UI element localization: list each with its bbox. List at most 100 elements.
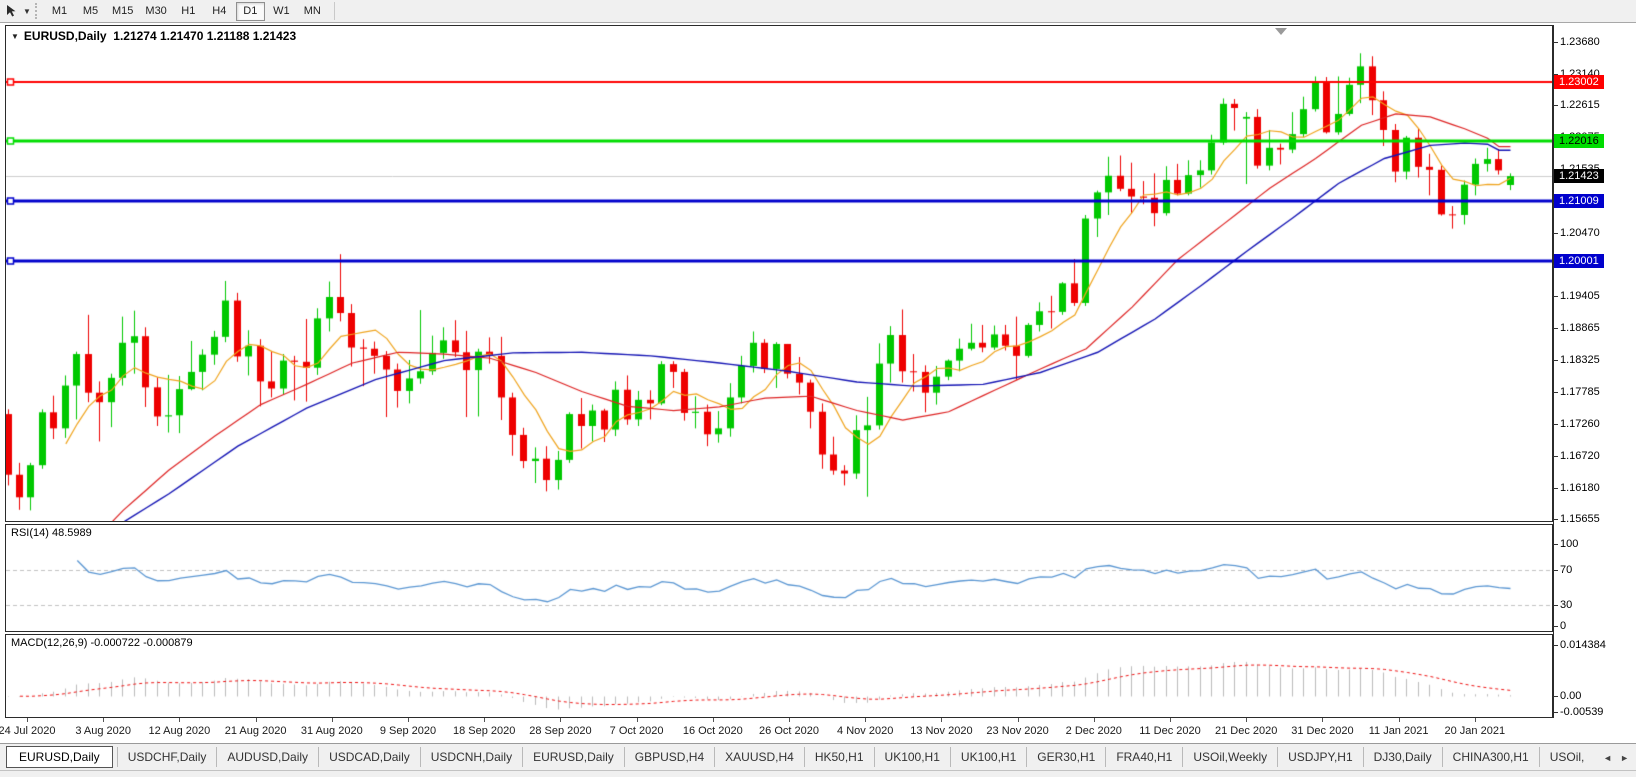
- scale-tick-label: 1.20470: [1560, 227, 1600, 239]
- date-tick-label: 16 Oct 2020: [683, 725, 743, 737]
- price-chart-canvas[interactable]: [6, 26, 1552, 521]
- macd-label: MACD(12,26,9): [11, 637, 87, 649]
- date-tick-mark: [1322, 718, 1323, 722]
- rsi-indicator-pane: RSI(14) 48.5989: [5, 524, 1553, 632]
- date-tick-label: 12 Aug 2020: [148, 725, 210, 737]
- chart-tab[interactable]: XAUUSD,H4: [714, 747, 804, 767]
- chart-tab[interactable]: FRA40,H1: [1105, 747, 1182, 767]
- date-tick-label: 4 Nov 2020: [837, 725, 893, 737]
- chart-tab[interactable]: UK100,H1: [950, 747, 1026, 767]
- date-tick-mark: [408, 718, 409, 722]
- date-tick-label: 7 Oct 2020: [610, 725, 664, 737]
- date-tick-mark: [1170, 718, 1171, 722]
- scale-tick-label: 1.17260: [1560, 418, 1600, 430]
- timeframe-button[interactable]: M1: [45, 2, 74, 21]
- rsi-header: RSI(14) 48.5989: [11, 527, 92, 539]
- scale-tick-label: 1.22615: [1560, 99, 1600, 111]
- price-level-tag: 1.22016: [1554, 134, 1604, 148]
- scale-tick-label: 1.15655: [1560, 513, 1600, 525]
- rsi-scale-label: 100: [1560, 538, 1578, 550]
- date-tick-mark: [27, 718, 28, 722]
- chart-tab[interactable]: AUDUSD,Daily: [216, 747, 318, 767]
- timeframe-button[interactable]: W1: [267, 2, 296, 21]
- chart-tab[interactable]: GER30,H1: [1026, 747, 1105, 767]
- macd-scale-label: 0.014384: [1560, 639, 1606, 651]
- rsi-scale-label: 70: [1560, 564, 1572, 576]
- chart-tab[interactable]: USDCNH,Daily: [420, 747, 522, 767]
- tab-scroll-left-icon[interactable]: ◄: [1599, 753, 1616, 763]
- chart-tab[interactable]: USDCHF,Daily: [117, 747, 217, 767]
- timeframe-toolbar: ▼ M1M5M15M30H1H4D1W1MN: [0, 0, 1636, 23]
- date-tick-mark: [1246, 718, 1247, 722]
- date-tick-mark: [256, 718, 257, 722]
- date-tick-label: 2 Dec 2020: [1066, 725, 1122, 737]
- scale-tick-label: 1.23680: [1560, 36, 1600, 48]
- date-tick-label: 23 Nov 2020: [986, 725, 1048, 737]
- rsi-canvas[interactable]: [6, 525, 1552, 631]
- date-tick-mark: [560, 718, 561, 722]
- date-axis[interactable]: 24 Jul 20203 Aug 202012 Aug 202021 Aug 2…: [5, 718, 1553, 743]
- rsi-value: 48.5989: [52, 527, 92, 539]
- timeframe-buttons: M1M5M15M30H1H4D1W1MN: [44, 2, 328, 21]
- timeframe-button[interactable]: M5: [76, 2, 105, 21]
- date-tick-mark: [103, 718, 104, 722]
- macd-values: -0.000722 -0.000879: [90, 637, 192, 649]
- date-tick-label: 18 Sep 2020: [453, 725, 515, 737]
- toolbar-separator: [334, 2, 335, 20]
- date-tick-mark: [484, 718, 485, 722]
- chart-tab[interactable]: USDCAD,Daily: [318, 747, 420, 767]
- chart-shift-icon[interactable]: [1275, 28, 1287, 35]
- chart-tab[interactable]: HK50,H1: [804, 747, 874, 767]
- macd-canvas[interactable]: [6, 635, 1552, 717]
- chart-tab[interactable]: UK100,H1: [874, 747, 950, 767]
- mt4-window: ▼ M1M5M15M30H1H4D1W1MN ▼ EURUSD,Daily 1.2…: [0, 0, 1636, 777]
- macd-scale-label: 0.00: [1560, 690, 1581, 702]
- scale-tick-label: 1.16720: [1560, 450, 1600, 462]
- scale-tick-label: 1.17785: [1560, 386, 1600, 398]
- chart-tab[interactable]: DJ30,Daily: [1363, 747, 1442, 767]
- status-bar: [0, 770, 1636, 777]
- cursor-tool-icon[interactable]: [3, 2, 21, 20]
- date-tick-label: 31 Dec 2020: [1291, 725, 1353, 737]
- date-tick-mark: [1475, 718, 1476, 722]
- macd-header: MACD(12,26,9) -0.000722 -0.000879: [11, 637, 193, 649]
- rsi-label: RSI(14): [11, 527, 49, 539]
- chart-tab[interactable]: GBPUSD,H4: [624, 747, 714, 767]
- chart-tab[interactable]: EURUSD,Daily: [6, 746, 113, 768]
- timeframe-button[interactable]: M30: [140, 2, 171, 21]
- collapse-indicator-icon[interactable]: ▼: [11, 32, 19, 41]
- price-chart-pane: ▼ EURUSD,Daily 1.21274 1.21470 1.21188 1.…: [5, 25, 1553, 522]
- macd-scale-label: -0.00539: [1560, 706, 1603, 718]
- timeframe-button[interactable]: M15: [107, 2, 138, 21]
- chart-tab[interactable]: USOil,: [1539, 747, 1595, 767]
- date-tick-label: 11 Jan 2021: [1369, 725, 1429, 737]
- timeframe-button[interactable]: H4: [205, 2, 234, 21]
- chart-tab-bar: EURUSD,DailyUSDCHF,DailyAUDUSD,DailyUSDC…: [0, 743, 1636, 770]
- date-tick-mark: [789, 718, 790, 722]
- price-level-tag: 1.23002: [1554, 75, 1604, 89]
- date-tick-label: 21 Dec 2020: [1215, 725, 1277, 737]
- date-tick-mark: [713, 718, 714, 722]
- tab-scroll-right-icon[interactable]: ►: [1616, 753, 1633, 763]
- date-tick-mark: [941, 718, 942, 722]
- price-level-tag: 1.20001: [1554, 254, 1604, 268]
- chart-ohlc-values: 1.21274 1.21470 1.21188 1.21423: [113, 29, 296, 43]
- chart-tab[interactable]: CHINA300,H1: [1442, 747, 1539, 767]
- timeframe-button[interactable]: D1: [236, 2, 265, 21]
- timeframe-button[interactable]: MN: [298, 2, 327, 21]
- date-tick-label: 28 Sep 2020: [529, 725, 591, 737]
- tab-scroll-arrows: ◄ ►: [1593, 744, 1633, 770]
- chart-tab[interactable]: USOil,Weekly: [1182, 747, 1277, 767]
- price-scale[interactable]: 1.236801.231401.226151.220751.215351.209…: [1553, 25, 1636, 718]
- chart-tab[interactable]: EURUSD,Daily: [522, 747, 624, 767]
- chart-title: ▼ EURUSD,Daily 1.21274 1.21470 1.21188 1.…: [11, 29, 296, 43]
- date-tick-mark: [1094, 718, 1095, 722]
- chart-tab[interactable]: USDJPY,H1: [1277, 747, 1362, 767]
- date-tick-label: 24 Jul 2020: [0, 725, 55, 737]
- chart-symbol-label: EURUSD,Daily: [24, 29, 107, 43]
- timeframe-button[interactable]: H1: [174, 2, 203, 21]
- date-tick-mark: [332, 718, 333, 722]
- cursor-tool-dropdown-icon[interactable]: ▼: [21, 7, 33, 16]
- scale-tick-label: 1.19405: [1560, 290, 1600, 302]
- current-price-tag: 1.21423: [1554, 169, 1604, 183]
